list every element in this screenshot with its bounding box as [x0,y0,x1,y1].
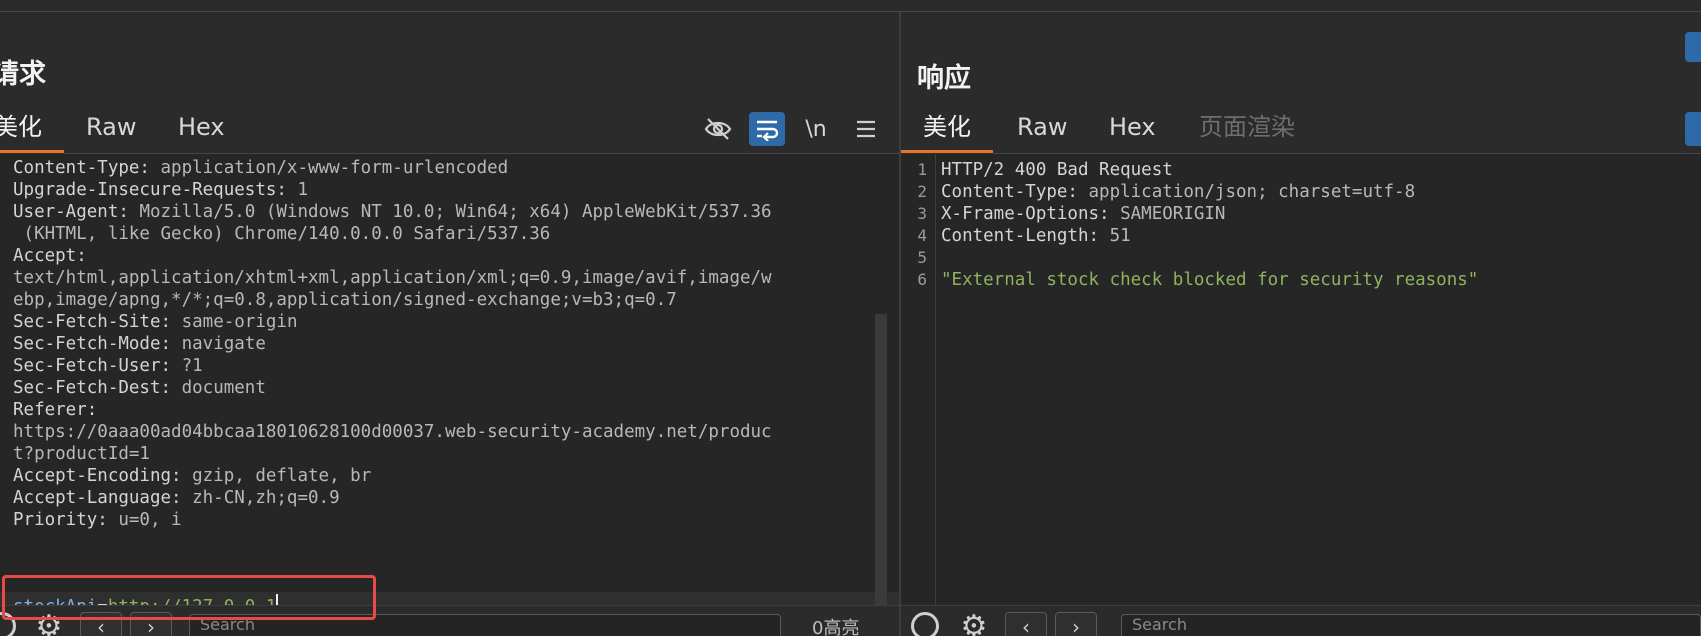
request-header-line[interactable]: https://0aaa00ad04bbcaa18010628100d00037… [13,420,772,444]
header-key: Accept-Language: [13,488,182,508]
response-key: HTTP/2 400 Bad Request [941,160,1173,180]
header-value: text/html,application/xhtml+xml,applicat… [13,268,772,288]
response-value: SAMEORIGIN [1109,204,1226,224]
request-header-line[interactable]: Accept-Encoding: gzip, deflate, br [13,464,371,488]
request-header-line[interactable]: text/html,application/xhtml+xml,applicat… [13,266,772,290]
request-header-line[interactable]: Priority: u=0, i [13,508,182,532]
header-value: same-origin [171,312,298,332]
request-header-line[interactable]: Content-Type: application/x-www-form-url… [13,156,508,180]
line-number: 1 [917,160,927,179]
request-header-line[interactable]: Accept-Language: zh-CN,zh;q=0.9 [13,486,340,510]
request-header-line[interactable]: Sec-Fetch-Site: same-origin [13,310,297,334]
header-key: User-Agent: [13,202,129,222]
response-value: application/json; charset=utf-8 [1077,182,1416,202]
request-header-line[interactable]: ebp,image/apng,*/*;q=0.8,application/sig… [13,288,677,312]
header-key: Content-Type: [13,158,150,178]
response-line[interactable]: "External stock check blocked for securi… [941,268,1478,292]
response-toggle-icon[interactable] [1685,32,1701,62]
response-tab-raw[interactable]: Raw [1017,104,1067,152]
request-header-line[interactable]: (KHTML, like Gecko) Chrome/140.0.0.0 Saf… [13,222,551,246]
response-body-string: "External stock check blocked for securi… [941,270,1479,290]
header-key: Referer: [13,400,98,420]
header-key: Accept-Encoding: [13,466,182,486]
header-value: zh-CN,zh;q=0.9 [181,488,340,508]
header-value: ?1 [171,356,203,376]
response-tab-underline [901,150,993,153]
request-editor[interactable]: Content-Type: application/x-www-form-url… [0,154,899,618]
header-value: ebp,image/apng,*/*;q=0.8,application/sig… [13,290,677,310]
response-pane: 响应 美化 Raw Hex 页面渲染 1 2 3 4 5 6 HTTP/2 400 Bad… [901,12,1701,636]
response-key: X-Frame-Options: [941,204,1110,224]
response-chevron-left-icon[interactable]: ‹ [1005,612,1047,636]
wrap-icon[interactable] [749,112,785,146]
response-tab-pretty[interactable]: 美化 [923,104,971,152]
header-key: Upgrade-Insecure-Requests: [13,180,287,200]
request-scrollbar[interactable] [875,314,887,614]
header-value: application/x-www-form-urlencoded [149,158,509,178]
window-top-strip [0,0,1701,12]
response-line[interactable]: Content-Type: application/json; charset=… [941,180,1415,204]
response-editor[interactable]: 1 2 3 4 5 6 HTTP/2 400 Bad Request Content-Typ… [901,154,1701,604]
request-header-line[interactable]: Upgrade-Insecure-Requests: 1 [13,178,308,202]
line-number: 6 [917,270,927,289]
line-number-gutter: 1 2 3 4 5 6 [901,154,936,604]
response-gear-icon[interactable]: ⚙ [957,610,991,636]
header-value: Mozilla/5.0 (Windows NT 10.0; Win64; x64… [128,202,772,222]
line-number: 3 [917,204,927,223]
line-number: 5 [917,248,927,267]
response-tab-render[interactable]: 页面渲染 [1199,104,1295,152]
line-number: 4 [917,226,927,245]
header-value: https://0aaa00ad04bbcaa18010628100d00037… [13,422,772,442]
response-line[interactable]: HTTP/2 400 Bad Request [941,158,1173,182]
request-header-line[interactable]: Sec-Fetch-Mode: navigate [13,332,266,356]
response-tab-hex[interactable]: Hex [1109,104,1156,152]
request-tab-hex[interactable]: Hex [178,104,225,152]
header-key: Accept: [13,246,87,266]
request-header-line[interactable]: t?productId=1 [13,442,150,466]
header-value: (KHTML, like Gecko) Chrome/140.0.0.0 Saf… [13,224,551,244]
header-value: gzip, deflate, br [181,466,372,486]
header-value: navigate [171,334,266,354]
newline-icon[interactable]: \n [798,112,834,146]
header-value: u=0, i [107,510,182,530]
response-key: Content-Type: [941,182,1078,202]
header-value: 1 [286,180,309,200]
line-number: 2 [917,182,927,201]
header-key: Sec-Fetch-Site: [13,312,172,332]
response-title: 响应 [917,63,971,94]
request-header-line[interactable]: Sec-Fetch-Dest: document [13,376,266,400]
header-key: Sec-Fetch-Mode: [13,334,172,354]
request-header-line[interactable]: Referer: [13,398,97,422]
request-title: 请求 [0,59,46,90]
request-tab-underline [0,150,64,153]
request-header-line[interactable]: Accept: [13,244,87,268]
annotation-highlight-box [2,575,376,620]
request-pane: 请求 美化 Raw Hex \n Content-Type: applicati… [0,12,899,636]
request-header-line[interactable]: Sec-Fetch-User: ?1 [13,354,203,378]
response-wrap-icon[interactable] [1685,112,1701,146]
request-tab-pretty[interactable]: 美化 [0,104,42,152]
match-count: 0高亮 [812,618,860,636]
response-help-icon[interactable] [911,612,939,636]
request-header-line[interactable]: User-Agent: Mozilla/5.0 (Windows NT 10.0… [13,200,772,224]
menu-icon[interactable] [848,112,884,146]
header-key: Priority: [13,510,108,530]
response-search-input[interactable]: Search [1121,614,1701,636]
response-value: 51 [1099,226,1131,246]
header-key: Sec-Fetch-Dest: [13,378,172,398]
response-key: Content-Length: [941,226,1100,246]
response-chevron-right-icon[interactable]: › [1055,612,1097,636]
header-value: document [171,378,266,398]
response-bottom-bar: ⚙ ‹ › Search [901,605,1701,636]
hide-icon[interactable] [700,112,736,146]
response-line[interactable]: X-Frame-Options: SAMEORIGIN [941,202,1225,226]
request-tab-raw[interactable]: Raw [86,104,136,152]
header-value: t?productId=1 [13,444,150,464]
header-key: Sec-Fetch-User: [13,356,172,376]
response-line[interactable]: Content-Length: 51 [941,224,1131,248]
